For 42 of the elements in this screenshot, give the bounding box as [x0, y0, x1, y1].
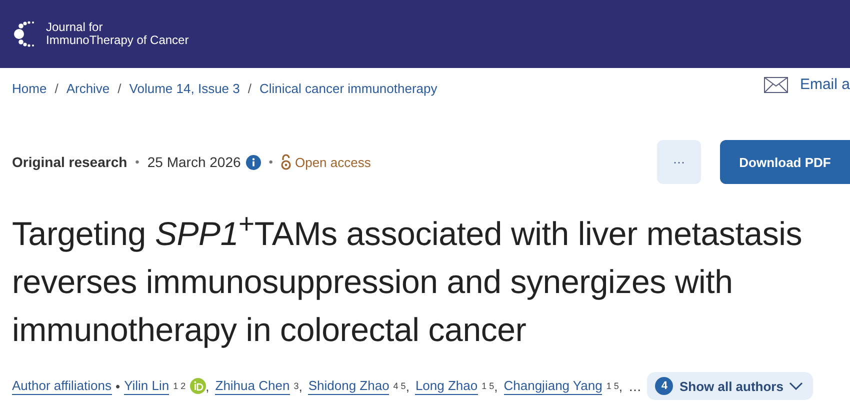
- author-affiliations-link[interactable]: Author affiliations: [12, 378, 112, 394]
- author-link[interactable]: Long Zhao: [415, 378, 478, 394]
- article-type: Original research: [12, 154, 128, 170]
- breadcrumb-separator: /: [248, 81, 252, 96]
- separator-dot: •: [116, 378, 120, 394]
- ellipsis: …: [628, 378, 642, 394]
- affiliation-number: 1 5: [482, 381, 494, 391]
- journal-name[interactable]: ImmunoTherapy of Cancer: [46, 34, 189, 47]
- breadcrumb-link[interactable]: Volume 14, Issue 3: [129, 81, 240, 96]
- affiliation-number: 1 5: [606, 381, 619, 391]
- journal-name[interactable]: Journal for: [46, 21, 189, 34]
- more-button[interactable]: ···: [657, 140, 701, 184]
- breadcrumb-separator: /: [118, 81, 122, 96]
- author-link[interactable]: Yilin Lin: [124, 378, 170, 394]
- breadcrumb-link[interactable]: Clinical cancer immunotherapy: [260, 81, 438, 96]
- affiliation-number: 3: [294, 381, 299, 391]
- separator-dot: •: [135, 155, 140, 169]
- author-link[interactable]: Shidong Zhao: [308, 378, 390, 394]
- publish-date: 25 March 2026: [147, 154, 241, 170]
- breadcrumb-separator: /: [54, 81, 58, 96]
- email-link[interactable]: Email a: [800, 76, 850, 93]
- envelope-icon[interactable]: [764, 76, 788, 92]
- chevron-down-icon: [789, 382, 804, 390]
- separator-comma: ,: [298, 378, 302, 394]
- open-access-label: Open access: [294, 154, 371, 170]
- breadcrumb-link[interactable]: Archive: [66, 81, 110, 96]
- open-lock-icon: [280, 154, 291, 170]
- show-all-authors-button[interactable]: 4 Show all authors: [647, 372, 814, 400]
- separator-comma: ,: [618, 378, 622, 394]
- separator-comma: ,: [406, 378, 410, 394]
- separator-comma: ,: [206, 378, 210, 394]
- article-title: Targeting SPP1$^{+}$TAMs associated with liver metastasis reverses immunosuppression and synergizes with immunotherapy in colorectal cancer: [12, 207, 804, 350]
- download-pdf-button[interactable]: Download PDF: [720, 140, 850, 184]
- info-icon[interactable]: [246, 154, 261, 170]
- author-count-badge: 4: [655, 377, 674, 395]
- author-link[interactable]: Changjiang Yang: [504, 378, 602, 394]
- affiliation-number: 4 5: [393, 381, 406, 391]
- affiliation-number: 1 2: [173, 381, 186, 391]
- breadcrumb-link[interactable]: Home: [12, 81, 47, 96]
- author-link[interactable]: Zhihua Chen: [215, 378, 290, 394]
- separator-dot: •: [268, 155, 273, 169]
- separator-comma: ,: [494, 378, 498, 394]
